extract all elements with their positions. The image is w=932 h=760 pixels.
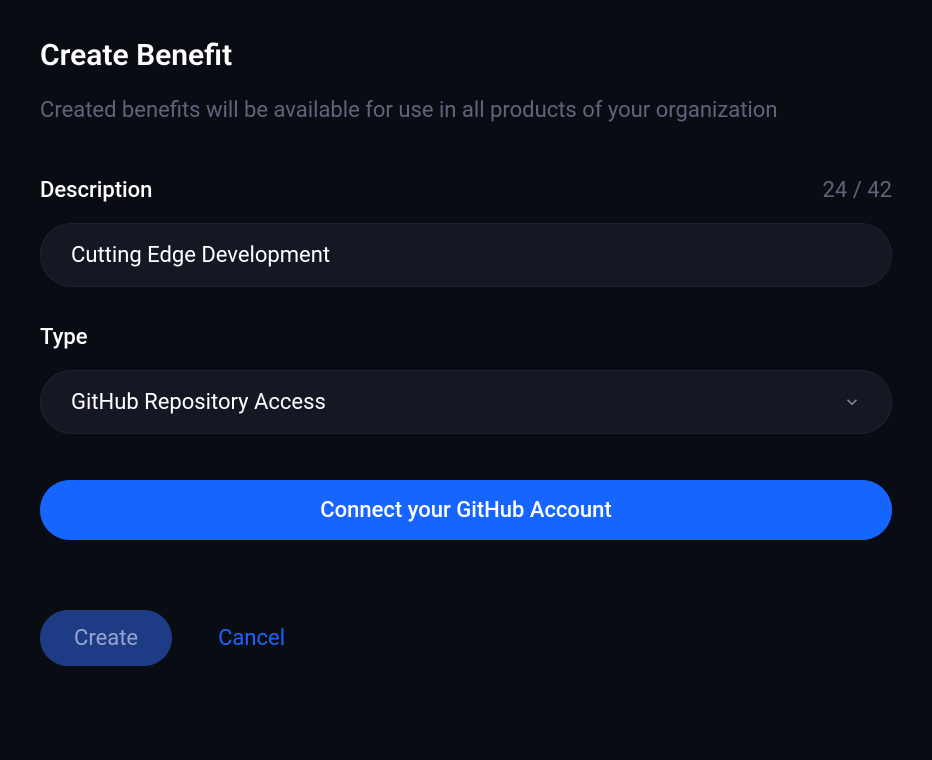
type-field-header: Type: [40, 325, 892, 350]
type-select-value: GitHub Repository Access: [71, 390, 326, 415]
page-title: Create Benefit: [40, 38, 892, 73]
type-label: Type: [40, 325, 88, 350]
create-button[interactable]: Create: [40, 610, 172, 666]
connect-github-button[interactable]: Connect your GitHub Account: [40, 480, 892, 540]
chevron-down-icon: [843, 393, 861, 411]
cancel-button[interactable]: Cancel: [218, 626, 285, 651]
type-field-group: Type GitHub Repository Access: [40, 325, 892, 434]
description-input[interactable]: [40, 223, 892, 287]
description-field-group: Description 24 / 42: [40, 178, 892, 287]
action-button-row: Create Cancel: [40, 610, 892, 666]
type-select[interactable]: GitHub Repository Access: [40, 370, 892, 434]
page-subtitle: Created benefits will be available for u…: [40, 93, 860, 128]
description-label: Description: [40, 178, 152, 203]
description-field-header: Description 24 / 42: [40, 178, 892, 203]
description-char-count: 24 / 42: [823, 178, 892, 203]
